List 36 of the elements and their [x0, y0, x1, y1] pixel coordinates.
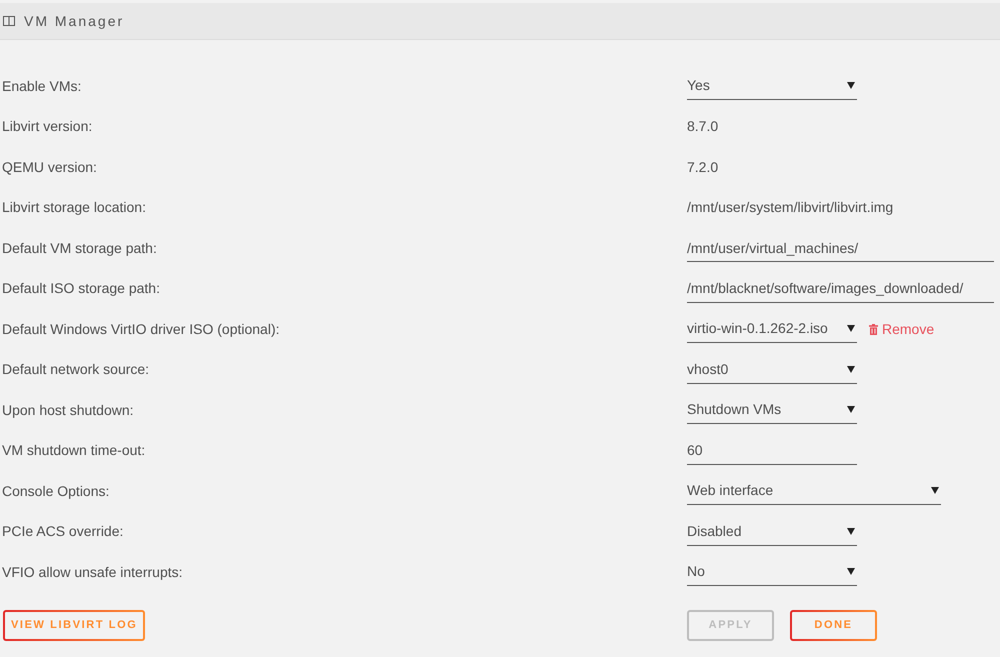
field-label: Default VM storage path:: [1, 238, 158, 258]
dropdown[interactable]: Shutdown VMs: [687, 396, 857, 424]
trash-icon: [869, 324, 878, 335]
page-title: VM Manager: [24, 12, 124, 31]
field-label: Upon host shutdown:: [1, 400, 135, 420]
caret-icon: [847, 568, 855, 576]
caret-icon: [847, 528, 855, 535]
caret-icon: [847, 82, 855, 90]
dropdown[interactable]: No: [687, 558, 857, 586]
field-label: Default ISO storage path:: [1, 279, 161, 298]
caret-icon: [847, 406, 855, 414]
input-field[interactable]: /mnt/blacknet/software/images_downloaded/: [687, 274, 994, 303]
caret-icon: [931, 487, 939, 494]
dropdown[interactable]: Web interface: [687, 477, 941, 506]
field-label: QEMU version:: [1, 158, 98, 177]
input-field[interactable]: 60: [687, 436, 857, 465]
input-field[interactable]: /mnt/user/virtual_machines/: [687, 234, 994, 262]
field-label: Default Windows VirtIO driver ISO (optional):: [1, 320, 281, 339]
caret-icon: [847, 366, 855, 373]
field-label: Libvirt version:: [1, 117, 94, 136]
field-label: Default network source:: [1, 360, 150, 380]
field-label: Enable VMs:: [1, 76, 82, 96]
caret-icon: [847, 325, 855, 332]
field-label: VM shutdown time-out:: [1, 441, 146, 460]
dropdown[interactable]: vhost0: [687, 356, 857, 384]
field-label: Libvirt storage location:: [1, 198, 147, 218]
field-label: VFIO allow unsafe interrupts:: [1, 562, 184, 582]
value-text: /mnt/user/system/libvirt/libvirt.img: [687, 198, 894, 218]
dropdown[interactable]: Yes: [687, 72, 857, 100]
value-text: 8.7.0: [687, 117, 718, 136]
field-label: Console Options:: [1, 482, 110, 501]
dropdown[interactable]: Disabled: [687, 518, 857, 546]
value-text: 7.2.0: [687, 158, 718, 177]
dropdown[interactable]: virtio-win-0.1.262-2.iso: [687, 315, 857, 344]
field-label: PCIe ACS override:: [1, 522, 124, 542]
columns-icon: [3, 16, 15, 26]
